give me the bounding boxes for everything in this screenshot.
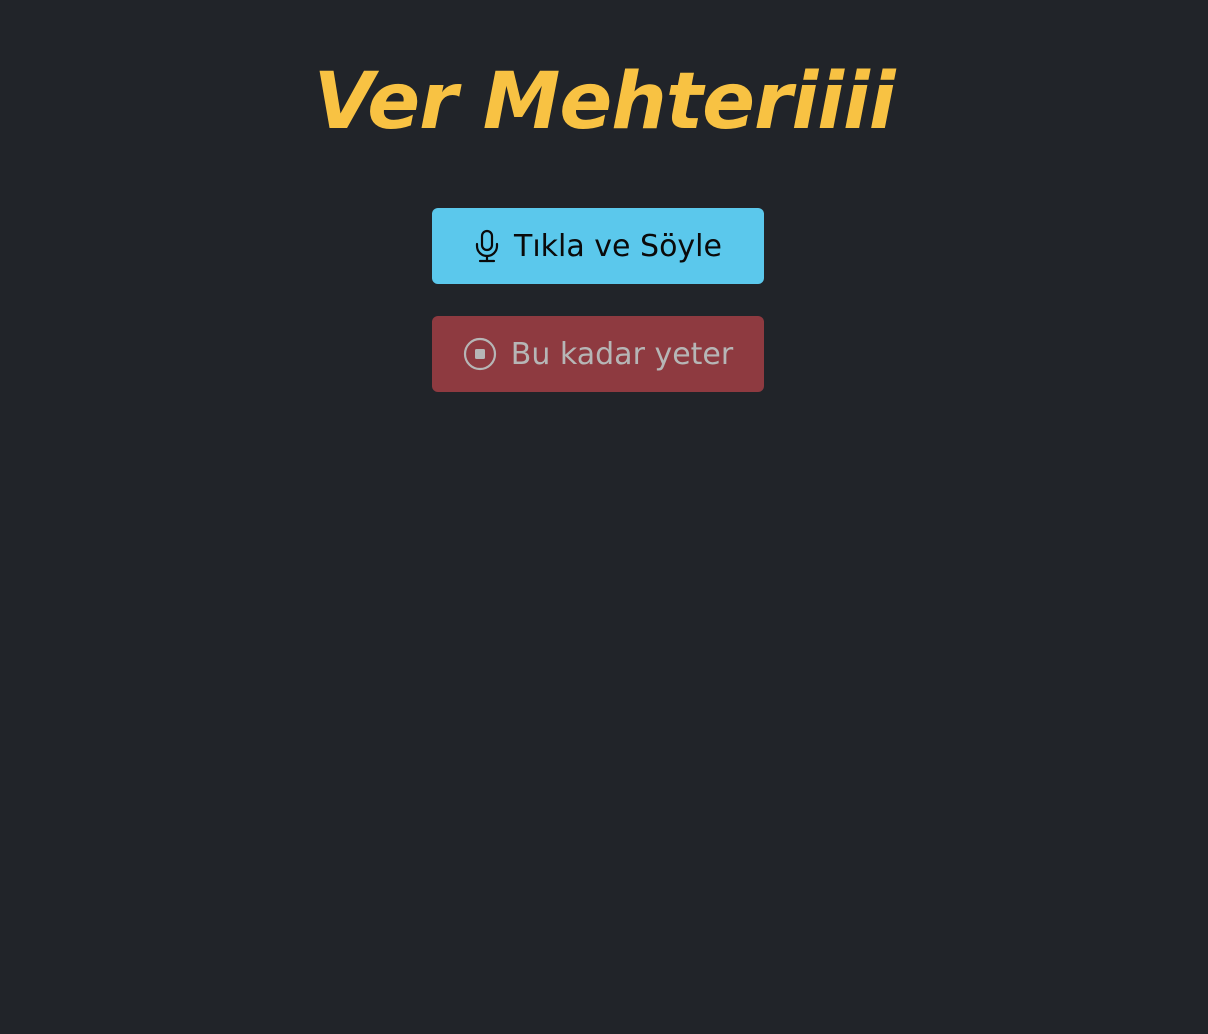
stop-listening-label: Bu kadar yeter [510, 336, 734, 372]
page-title: Ver Mehteriiii [313, 57, 896, 147]
app-page: Ver Mehteriiii Tıkla ve Söyle Bu kadar y… [0, 0, 1208, 1034]
start-listening-label: Tıkla ve Söyle [514, 228, 722, 264]
microphone-icon [474, 229, 500, 263]
stop-circle-icon [463, 337, 497, 371]
stop-listening-button[interactable]: Bu kadar yeter [432, 316, 764, 392]
start-listening-button[interactable]: Tıkla ve Söyle [432, 208, 764, 284]
